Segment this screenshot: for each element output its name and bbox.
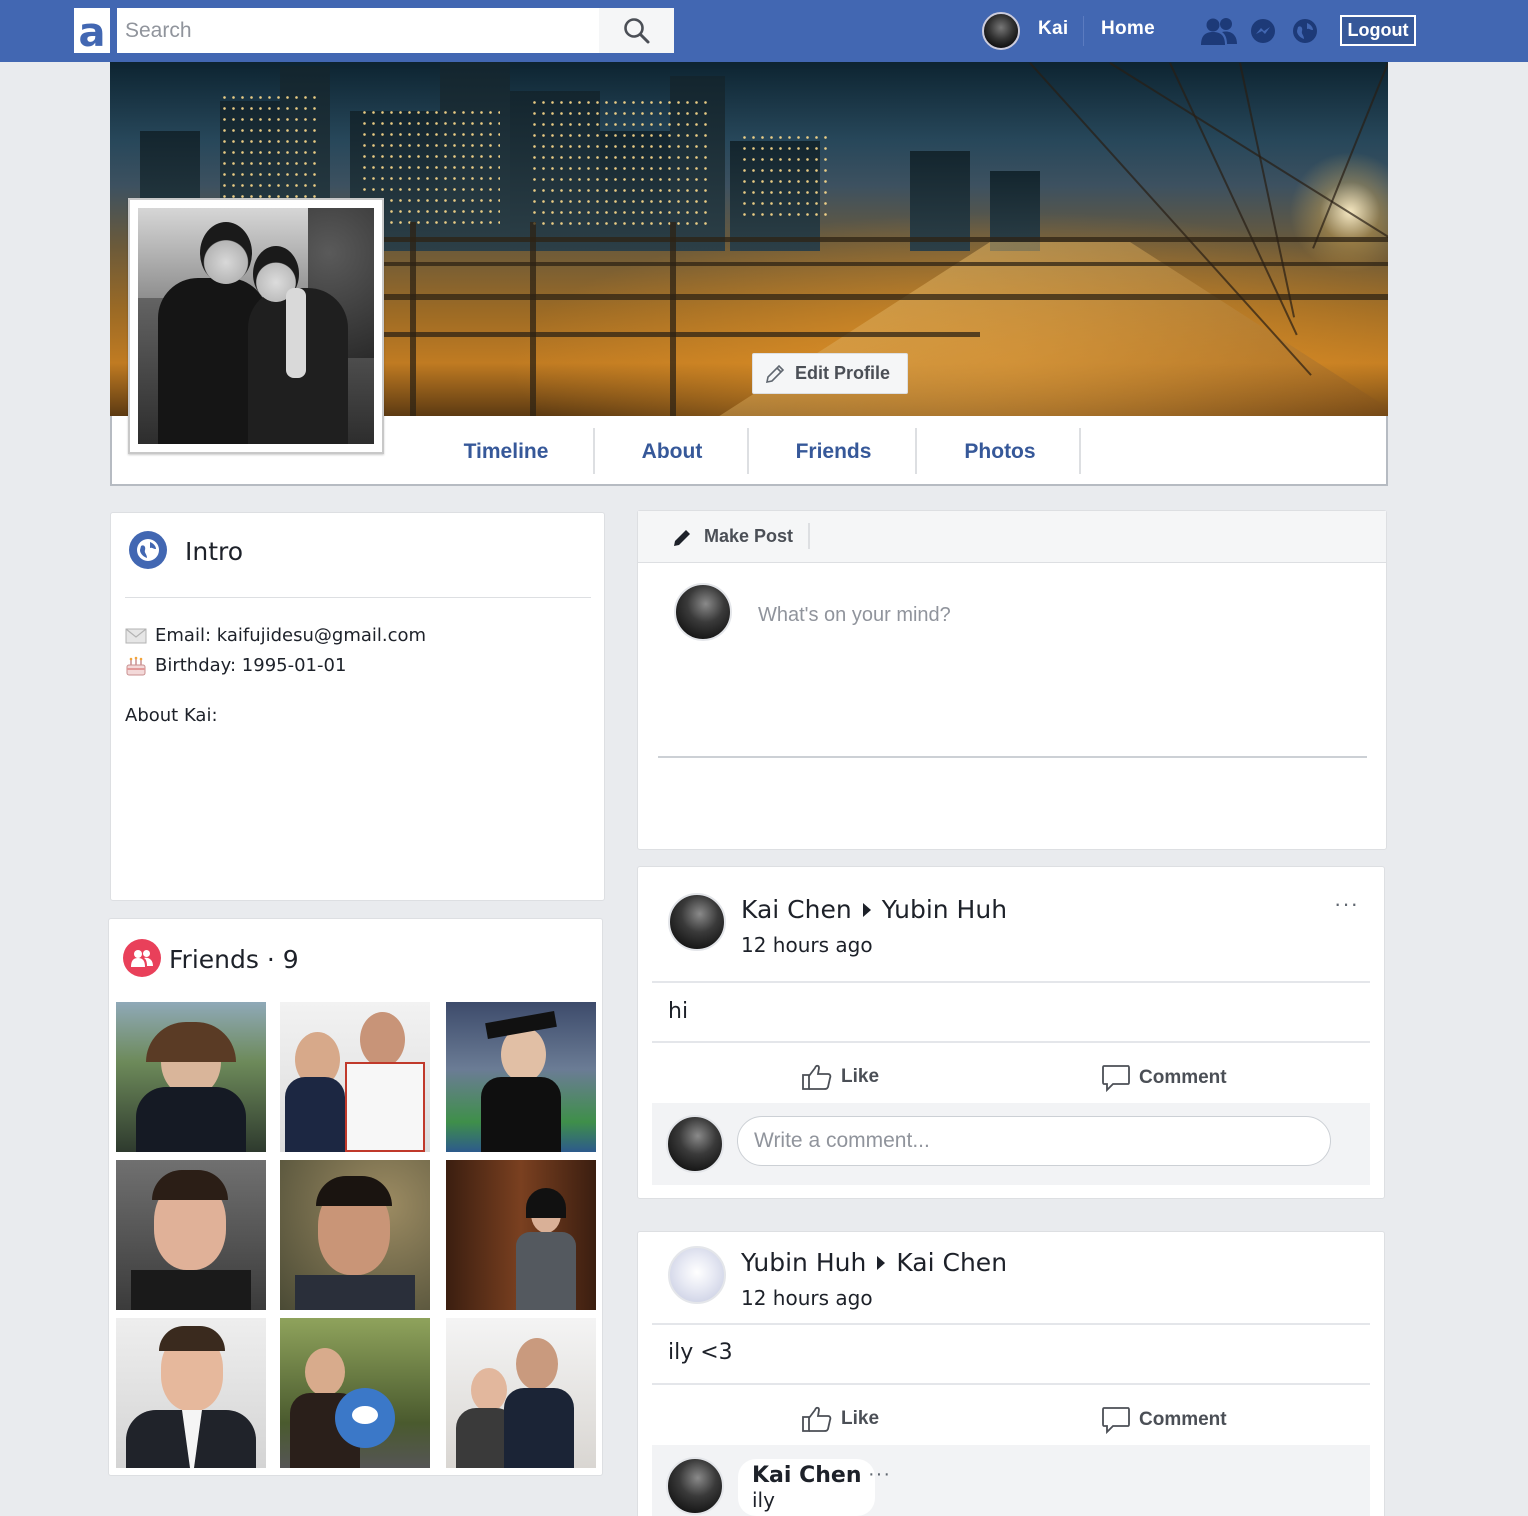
friend-requests-icon[interactable] [1200,14,1238,48]
post-options-button[interactable]: ··· [1334,891,1359,917]
profile-picture[interactable] [128,198,384,454]
logout-button[interactable]: Logout [1340,15,1416,46]
email-text: Email: kaifujidesu@gmail.com [155,625,427,646]
post-card: Kai Chen Yubin Huh 12 hours ago ··· hi L… [637,866,1385,1199]
post-divider [652,1323,1370,1325]
post-recipient-name[interactable]: Yubin Huh [882,895,1007,924]
friend-photo[interactable] [116,1160,266,1310]
comment-button[interactable]: Comment [1101,1063,1227,1093]
pencil-icon [674,530,690,546]
tab-friends[interactable]: Friends [762,432,905,472]
comment-label: Comment [1139,1409,1227,1430]
composer-divider [658,756,1367,758]
about-text: About Kai: [125,705,218,726]
post-author-name[interactable]: Yubin Huh [741,1248,866,1277]
post-recipient-name[interactable]: Kai Chen [896,1248,1007,1277]
nav-divider [1083,16,1084,46]
comment-bubble: Kai Chen ily [738,1459,876,1516]
caret-right-icon [877,1255,886,1270]
friend-photo[interactable] [446,1318,596,1468]
email-row: Email: kaifujidesu@gmail.com [125,625,426,646]
friends-icon [123,939,161,977]
tab-divider [915,428,917,474]
comment-list: Kai Chen ily ··· [652,1445,1370,1516]
friends-card: Friends · 9 [108,918,603,1476]
search-input[interactable] [117,8,599,53]
post-divider [652,1041,1370,1043]
like-label: Like [841,1408,880,1429]
tab-about[interactable]: About [607,432,737,472]
top-navigation-bar: a Kai Home Logout [0,0,1528,62]
comment-composer [652,1103,1370,1185]
post-author-avatar[interactable] [668,893,726,951]
comment-text: ily [752,1488,775,1512]
comment-label: Comment [1139,1067,1227,1088]
edit-profile-button[interactable]: Edit Profile [752,353,908,394]
post-author-line: Yubin Huh Kai Chen [741,1248,1007,1277]
post-timestamp[interactable]: 12 hours ago [741,1286,873,1310]
friend-photo[interactable] [116,1002,266,1152]
composer-avatar [674,583,732,641]
globe-icon [129,531,167,569]
user-avatar[interactable] [982,12,1020,50]
tab-divider [747,428,749,474]
like-label: Like [841,1066,880,1087]
post-timestamp[interactable]: 12 hours ago [741,933,873,957]
comment-options-button[interactable]: ··· [868,1463,891,1486]
friends-title: Friends · 9 [169,945,299,974]
make-post-tab[interactable]: Make Post [704,526,793,547]
site-logo[interactable]: a [74,8,110,56]
post-body: ily <3 [668,1340,733,1365]
birthday-cake-icon [126,656,146,675]
edit-profile-label: Edit Profile [795,363,891,383]
post-card: Yubin Huh Kai Chen 12 hours ago ily <3 L… [637,1231,1385,1516]
search-button[interactable] [599,8,674,53]
create-post-header: Make Post [638,511,1386,563]
friend-photo[interactable] [446,1160,596,1310]
pencil-icon [765,364,785,383]
comment-bubble-icon [1102,1065,1130,1093]
intro-card: Intro Email: kaifujidesu@gmail.com Birth… [110,512,605,901]
caret-right-icon [862,902,871,917]
like-button[interactable]: Like [801,1405,879,1433]
friend-photo[interactable] [116,1318,266,1468]
post-divider [652,981,1370,983]
like-button[interactable]: Like [801,1063,879,1091]
comment-button[interactable]: Comment [1101,1405,1227,1435]
thumbs-up-icon [802,1406,832,1432]
tab-photos[interactable]: Photos [930,432,1070,472]
tab-divider [593,428,595,474]
notifications-globe-icon[interactable] [1291,14,1319,48]
friend-photo[interactable] [280,1160,430,1310]
birthday-text: Birthday: 1995-01-01 [155,655,347,676]
post-divider [652,1383,1370,1385]
intro-divider [125,597,591,598]
friend-photo[interactable] [280,1318,430,1468]
tab-divider [1079,428,1081,474]
comment-author[interactable]: Kai Chen [752,1463,861,1488]
post-author-avatar[interactable] [668,1246,726,1304]
friend-photo[interactable] [280,1002,430,1152]
post-author-line: Kai Chen Yubin Huh [741,895,1007,924]
commenter-avatar [666,1115,724,1173]
profile-link[interactable]: Kai [1038,18,1068,40]
comment-bubble-icon [1102,1407,1130,1435]
post-composer-input[interactable] [758,595,1358,635]
create-post-card: Make Post [637,510,1387,850]
intro-title: Intro [185,537,244,566]
tab-timeline[interactable]: Timeline [442,432,570,472]
post-author-name[interactable]: Kai Chen [741,895,852,924]
search-icon [623,17,649,43]
header-divider [808,523,810,549]
home-link[interactable]: Home [1101,18,1155,40]
comment-input[interactable] [737,1116,1331,1166]
friend-photo[interactable] [446,1002,596,1152]
envelope-icon [125,628,147,643]
commenter-avatar[interactable] [666,1457,724,1515]
post-body: hi [668,999,689,1024]
birthday-row: Birthday: 1995-01-01 [125,655,346,676]
messenger-icon[interactable] [1249,14,1277,48]
thumbs-up-icon [802,1064,832,1090]
